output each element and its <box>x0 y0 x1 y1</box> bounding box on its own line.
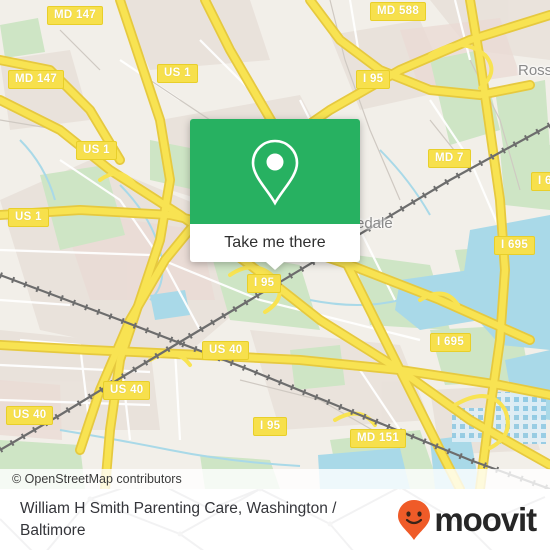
road-shield: MD 147 <box>47 6 104 25</box>
moovit-smiley-pin-icon <box>398 499 431 540</box>
road-shield: US 1 <box>157 64 198 83</box>
road-shield: I 6 <box>531 172 550 191</box>
road-shield: US 40 <box>103 381 151 400</box>
road-shield: US 1 <box>76 141 117 160</box>
road-shield: US 40 <box>6 406 54 425</box>
road-shield: MD 147 <box>8 70 65 89</box>
location-popup-card[interactable]: Take me there <box>190 119 360 270</box>
map-canvas[interactable]: MD 147 MD 588 MD 147 US 1 I 95 US 1 MD 7 I 6 US … <box>0 0 550 489</box>
road-shield: I 95 <box>247 274 282 293</box>
footer-bar: William H Smith Parenting Care, Washingt… <box>0 489 550 550</box>
take-me-there-label: Take me there <box>224 234 326 251</box>
road-shield: I 695 <box>430 333 472 352</box>
road-shield: I 95 <box>356 70 391 89</box>
place-label: edale <box>356 215 393 232</box>
road-shield: US 1 <box>8 208 49 227</box>
place-label: Rossv <box>518 62 550 79</box>
road-shield: MD 151 <box>350 429 407 448</box>
moovit-map-screen: MD 147 MD 588 MD 147 US 1 I 95 US 1 MD 7 I 6 US … <box>0 0 550 550</box>
popup-header <box>190 119 360 224</box>
moovit-wordmark: moovit <box>434 501 537 538</box>
road-shield: I 695 <box>494 236 536 255</box>
osm-attribution-text[interactable]: © OpenStreetMap contributors <box>0 472 182 486</box>
road-shield: I 95 <box>253 417 288 436</box>
take-me-there-button[interactable]: Take me there <box>190 224 360 262</box>
road-shield: US 40 <box>202 341 250 360</box>
popup-pointer-tail <box>266 262 284 270</box>
location-title: William H Smith Parenting Care, Washingt… <box>20 499 337 539</box>
map-pin-icon <box>251 139 299 206</box>
map-attribution-bar: © OpenStreetMap contributors <box>0 469 550 489</box>
moovit-logo[interactable]: moovit <box>396 499 537 541</box>
road-shield: MD 7 <box>428 149 471 168</box>
road-shield: MD 588 <box>370 2 427 21</box>
